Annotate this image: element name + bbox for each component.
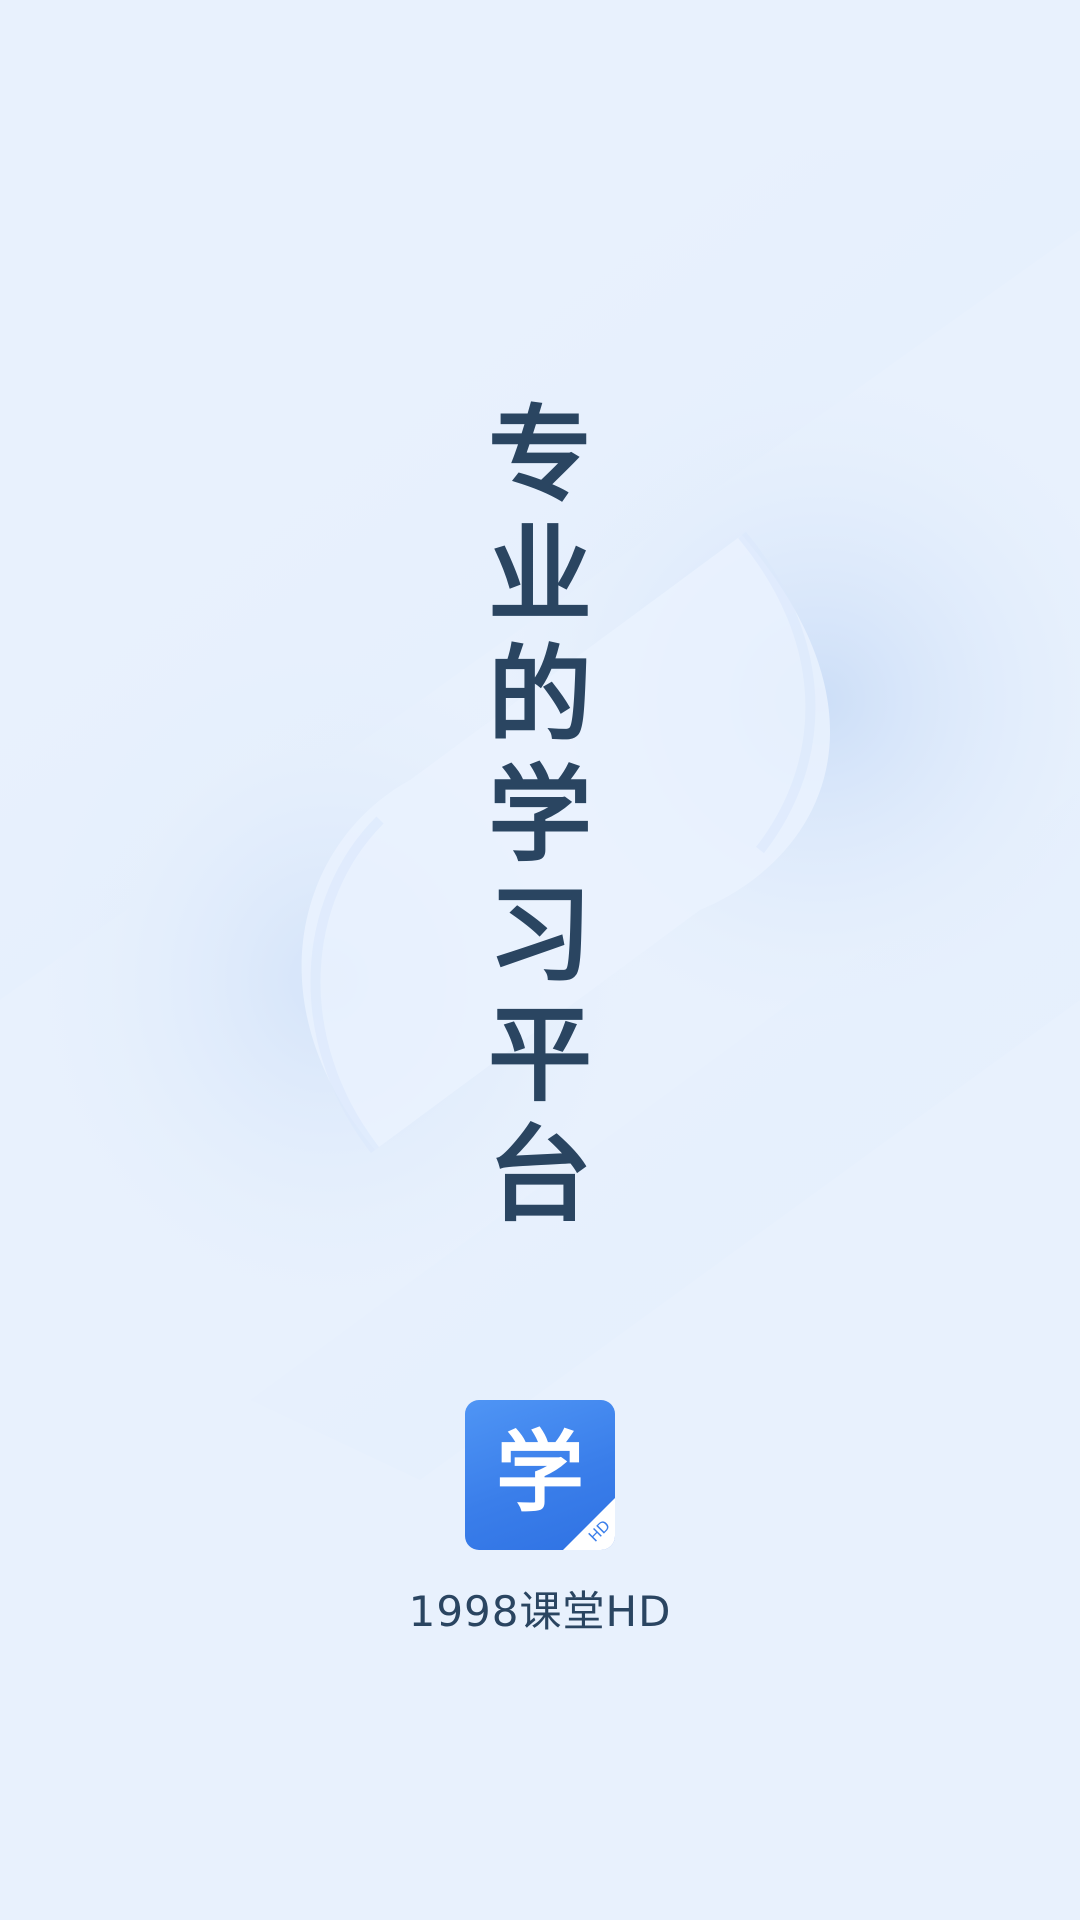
slogan-char: 习	[487, 874, 592, 996]
slogan-char: 平	[487, 994, 592, 1116]
slogan-char: 的	[487, 634, 592, 756]
slogan-char: 台	[487, 1114, 592, 1236]
slogan-char: 专	[487, 394, 592, 516]
slogan-char: 业	[487, 514, 592, 636]
app-name: 1998课堂HD	[408, 1587, 672, 1636]
slogan-vertical: 专 业 的 学 习 平 台	[0, 395, 1080, 1235]
slogan-char: 学	[487, 754, 592, 876]
app-logo: 学 HD	[465, 1400, 615, 1550]
